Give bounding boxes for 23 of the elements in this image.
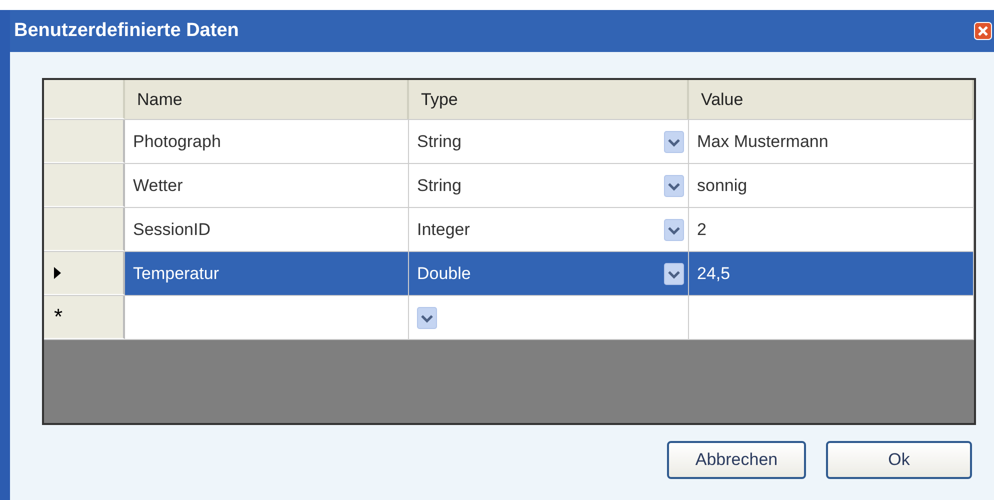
row-header[interactable] (44, 208, 125, 251)
type-dropdown[interactable]: Double (409, 252, 689, 295)
row-header[interactable] (44, 120, 125, 163)
row-header[interactable] (44, 252, 125, 295)
type-dropdown[interactable]: String (409, 164, 689, 207)
table-cell[interactable]: Max Mustermann (689, 120, 974, 163)
type-dropdown[interactable]: Integer (409, 208, 689, 251)
dialog-button[interactable]: Abbrechen (667, 441, 806, 479)
row-header[interactable] (44, 164, 125, 207)
table-cell[interactable]: Photograph (125, 120, 409, 163)
table-cell[interactable]: 24,5 (689, 252, 974, 295)
row-header[interactable]: * (44, 296, 125, 339)
table-cell[interactable]: sonnig (689, 164, 974, 207)
table-cell[interactable]: 2 (689, 208, 974, 251)
current-row-icon (54, 267, 61, 279)
new-row-marker: * (54, 304, 63, 330)
dialog-button[interactable]: Ok (826, 441, 972, 479)
table-cell[interactable]: Temperatur (125, 252, 409, 295)
type-dropdown[interactable]: String (409, 120, 689, 163)
window-title: Benutzerdefinierte Daten (14, 20, 239, 42)
close-icon[interactable] (974, 22, 992, 40)
table-cell[interactable]: Wetter (125, 164, 409, 207)
table-cell[interactable]: SessionID (125, 208, 409, 251)
